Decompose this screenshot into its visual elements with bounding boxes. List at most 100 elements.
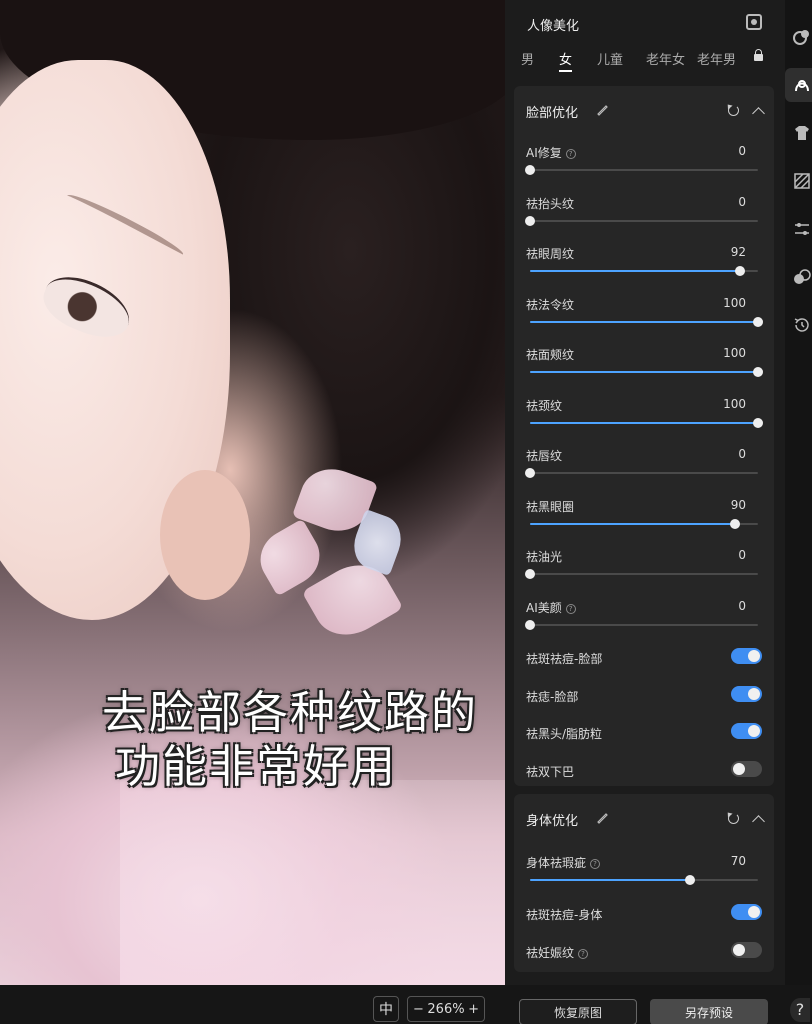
slider-thumb[interactable] <box>684 875 695 885</box>
toggle-stretch-marks: 祛妊娠纹? <box>526 942 762 962</box>
slider-value: 100 <box>723 295 746 310</box>
face-scan-icon[interactable] <box>746 14 762 30</box>
slider-thumb[interactable] <box>753 316 763 327</box>
tab-female[interactable]: 女 <box>559 49 573 72</box>
slider-value: 0 <box>738 144 746 158</box>
slider-track[interactable] <box>525 215 758 226</box>
slider-value: 0 <box>738 447 746 461</box>
slider-fill <box>530 421 758 424</box>
tab-elderly-female[interactable]: 老年女 <box>646 49 685 68</box>
slider-row: AI修复? 0 <box>525 144 762 180</box>
reset-icon[interactable] <box>728 813 739 824</box>
toggle-label: 祛痣-脸部 <box>526 689 579 704</box>
slider-value: 100 <box>723 396 746 411</box>
body-optimize-section: 身体优化 身体祛瑕疵? 70 祛斑祛痘-身体 祛妊娠纹? <box>514 794 774 972</box>
toggle-body-spot-acne: 祛斑祛痘-身体 <box>526 904 762 924</box>
slider-value: 100 <box>723 346 746 360</box>
photo-canvas[interactable] <box>0 0 505 985</box>
slider-label: 身体祛瑕疵? <box>526 854 601 871</box>
adjust-tool-icon[interactable] <box>793 220 811 238</box>
slider-thumb[interactable] <box>525 468 535 478</box>
help-button[interactable]: ? <box>790 998 810 1022</box>
effects-tool-icon[interactable] <box>793 268 811 286</box>
slider-thumb[interactable] <box>734 266 745 276</box>
toggle-knob <box>733 762 745 775</box>
history-icon[interactable] <box>793 316 811 334</box>
slider-row: 祛法令纹 100 <box>526 295 763 332</box>
slider-label: 祛黑眼圈 <box>526 499 575 514</box>
brush-icon[interactable] <box>596 812 608 824</box>
slider-label: 祛眼周纹 <box>526 247 575 261</box>
slider-track[interactable] <box>525 619 758 630</box>
tab-male[interactable]: 男 <box>521 49 534 68</box>
slider-thumb[interactable] <box>525 215 535 226</box>
slider-thumb[interactable] <box>525 569 535 579</box>
toggle-switch[interactable] <box>731 685 762 702</box>
slider-row: 祛颈纹 100 <box>526 396 763 433</box>
color-tool-icon[interactable] <box>793 28 811 46</box>
face-optimize-section: 脸部优化 AI修复? 0 祛抬头纹 0 祛眼周纹 92 祛法令纹 100 祛面颊纹 100 祛颈纹 1… <box>514 86 774 786</box>
texture-tool-icon[interactable] <box>793 172 811 190</box>
brush-icon[interactable] <box>596 104 608 116</box>
slider-thumb[interactable] <box>753 417 763 428</box>
slider-body-blemish: 身体祛瑕疵? 70 <box>526 854 762 890</box>
help-icon[interactable]: ? <box>565 149 576 159</box>
zoom-level: 266% <box>427 1001 465 1017</box>
toggle-switch[interactable] <box>731 904 762 920</box>
toggle-switch[interactable] <box>731 723 762 739</box>
slider-row: 祛唇纹 0 <box>525 447 762 483</box>
zoom-out-button[interactable]: − <box>413 1002 424 1017</box>
slider-thumb[interactable] <box>525 619 535 630</box>
help-icon[interactable]: ? <box>578 949 589 959</box>
toggle-switch[interactable] <box>731 760 762 777</box>
slider-row: 祛面颊纹 100 <box>526 346 763 382</box>
tab-child[interactable]: 儿童 <box>597 49 623 68</box>
slider-track[interactable] <box>525 569 758 579</box>
slider-track[interactable] <box>525 468 758 478</box>
slider-row: 祛抬头纹 0 <box>525 194 762 231</box>
caption-line-1: 去脸部各种纹路的 <box>101 686 478 739</box>
toggle-row: 祛双下巴 <box>526 760 762 781</box>
chevron-up-icon[interactable] <box>752 107 765 120</box>
caption-line-2: 功能非常好用 <box>114 740 397 793</box>
slider-row: 祛油光 0 <box>525 548 762 584</box>
chevron-up-icon[interactable] <box>752 815 765 828</box>
slider-track[interactable] <box>530 518 758 529</box>
help-icon[interactable]: ? <box>590 859 601 869</box>
slider-track[interactable] <box>530 266 758 276</box>
toggle-switch[interactable] <box>731 942 762 958</box>
slider-track[interactable] <box>530 367 763 377</box>
slider-thumb[interactable] <box>730 518 741 529</box>
slider-label: 祛抬头纹 <box>526 196 575 211</box>
fit-screen-button[interactable]: 中 <box>373 996 399 1022</box>
portrait-tool-icon[interactable] <box>793 76 811 94</box>
help-icon[interactable]: ? <box>565 603 576 614</box>
toggle-switch[interactable] <box>731 648 762 664</box>
slider-track[interactable] <box>530 417 763 428</box>
slider-value: 0 <box>738 194 746 209</box>
slider-thumb[interactable] <box>525 165 535 175</box>
slider-fill <box>530 879 690 881</box>
reset-icon[interactable] <box>728 105 739 116</box>
tab-elderly-male[interactable]: 老年男 <box>697 49 736 68</box>
zoom-in-button[interactable]: + <box>468 1002 479 1017</box>
slider-track[interactable] <box>530 316 763 327</box>
slider-label: 祛法令纹 <box>526 297 575 312</box>
restore-original-button[interactable]: 恢复原图 <box>519 999 637 1024</box>
section-title: 身体优化 <box>526 814 579 829</box>
slider-value: 90 <box>730 497 746 512</box>
zoom-control: − 266% + <box>407 996 485 1022</box>
slider-label: AI修复? <box>526 144 576 161</box>
slider-track[interactable] <box>525 165 758 175</box>
toggle-knob <box>748 687 760 700</box>
toggle-row: 祛斑祛痘-脸部 <box>526 648 762 668</box>
clothing-tool-icon[interactable] <box>793 124 811 142</box>
slider-label: 祛油光 <box>526 550 563 564</box>
toggle-label: 祛双下巴 <box>526 764 575 779</box>
save-preset-button[interactable]: 另存预设 <box>650 999 768 1024</box>
slider-thumb[interactable] <box>753 367 763 377</box>
slider-value: 0 <box>738 598 746 613</box>
slider-row: AI美颜? 0 <box>525 598 762 635</box>
slider-track[interactable] <box>530 875 758 885</box>
lock-icon <box>754 49 763 61</box>
